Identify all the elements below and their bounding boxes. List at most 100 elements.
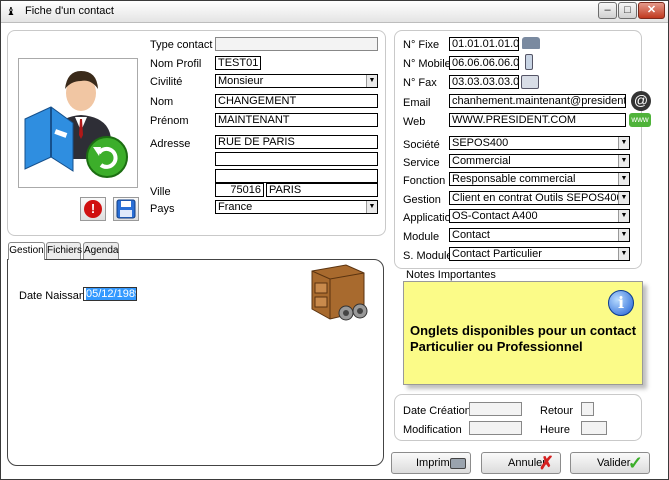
tab-fichiers[interactable]: Fichiers — [46, 242, 82, 259]
valider-button[interactable]: Valider ✓ — [570, 452, 650, 474]
alert-button[interactable]: ! — [80, 197, 106, 221]
chevron-down-icon: ▼ — [618, 155, 629, 167]
smodule-select[interactable]: Contact Particulier ▼ — [449, 247, 630, 261]
adresse-line-3[interactable] — [215, 169, 378, 183]
societe-select[interactable]: SEPOS400 ▼ — [449, 136, 630, 150]
module-value: Contact — [452, 229, 490, 241]
societe-label: Société — [403, 139, 440, 151]
close-icon: ✕ — [646, 4, 657, 16]
minimize-icon: – — [604, 4, 611, 16]
chevron-down-icon: ▼ — [618, 248, 629, 260]
nom-profil-field[interactable]: TEST01 — [215, 56, 261, 70]
date-naissance-value: 05/12/1989 — [86, 288, 136, 300]
notes-area[interactable]: i Onglets disponibles pour un contact Pa… — [403, 281, 643, 385]
title-bar: ♝ Fiche d'un contact – □ ✕ — [1, 1, 668, 23]
save-icon — [116, 199, 136, 219]
smodule-value: Contact Particulier — [452, 248, 542, 260]
chevron-down-icon: ▼ — [618, 192, 629, 204]
fixe-label: N° Fixe — [403, 39, 440, 51]
module-label: Module — [403, 231, 440, 243]
civilite-value: Monsieur — [218, 75, 264, 87]
ville-field[interactable]: PARIS — [266, 183, 378, 197]
module-select[interactable]: Contact ▼ — [449, 228, 630, 242]
web-field[interactable]: WWW.PRESIDENT.COM — [449, 113, 626, 127]
gestion-value: Client en contrat Outils SEPOS400 — [452, 192, 623, 204]
desk-phone-icon[interactable] — [522, 37, 540, 49]
code-postal-field[interactable]: 75016 — [215, 183, 264, 197]
close-button[interactable]: ✕ — [638, 2, 665, 19]
notes-label: Notes Importantes — [406, 269, 496, 281]
chevron-down-icon: ▼ — [618, 137, 629, 149]
fax-label: N° Fax — [403, 77, 437, 89]
fonction-label: Fonction — [403, 175, 446, 187]
mobile-label: N° Mobile — [403, 58, 451, 70]
save-button[interactable] — [113, 197, 139, 221]
figure-icon: ♝ — [6, 6, 16, 18]
nom-field[interactable]: CHANGEMENT — [215, 94, 378, 108]
prenom-field[interactable]: MAINTENANT — [215, 113, 378, 127]
civilite-select[interactable]: Monsieur ▼ — [215, 74, 378, 88]
fonction-value: Responsable commercial — [452, 173, 576, 185]
heure-field[interactable] — [581, 421, 607, 435]
email-icon[interactable]: @ — [631, 91, 651, 111]
chevron-down-icon: ▼ — [366, 201, 377, 213]
tab-gestion[interactable]: Gestion — [8, 242, 45, 260]
nom-profil-label: Nom Profil — [150, 58, 202, 70]
email-label: Email — [403, 97, 431, 109]
adresse-line-2[interactable] — [215, 152, 378, 166]
type-contact-field[interactable] — [215, 37, 378, 51]
valider-label: Valider — [597, 457, 631, 469]
fax-icon[interactable] — [521, 75, 539, 89]
adresse-label: Adresse — [150, 138, 191, 150]
chevron-down-icon: ▼ — [366, 75, 377, 87]
pays-value: France — [218, 201, 253, 213]
chevron-down-icon: ▼ — [618, 210, 629, 222]
date-creation-label: Date Création — [403, 405, 471, 417]
info-icon: i — [608, 290, 634, 316]
annuler-button[interactable]: Annuler ✗ — [481, 452, 561, 474]
notes-text: Onglets disponibles pour un contact Part… — [410, 323, 637, 354]
web-icon[interactable]: www — [629, 113, 651, 127]
pays-label: Pays — [150, 203, 175, 215]
service-label: Service — [403, 157, 440, 169]
gestion-select[interactable]: Client en contrat Outils SEPOS400 ▼ — [449, 191, 630, 205]
maximize-button[interactable]: □ — [618, 2, 637, 19]
smodule-label: S. Module — [403, 250, 453, 262]
modification-label: Modification — [403, 424, 462, 436]
email-field[interactable]: chanhement.maintenant@president.com — [449, 94, 626, 108]
tab-agenda[interactable]: Agenda — [83, 242, 119, 259]
retour-field[interactable] — [581, 402, 594, 416]
modification-field[interactable] — [469, 421, 522, 435]
fax-field[interactable]: 03.03.03.03.03 — [449, 75, 519, 89]
minimize-button[interactable]: – — [598, 2, 617, 19]
application-value: OS-Contact A400 — [452, 210, 538, 222]
pays-select[interactable]: France ▼ — [215, 200, 378, 214]
service-value: Commercial — [452, 155, 511, 167]
date-creation-field[interactable] — [469, 402, 522, 416]
mobile-field[interactable]: 06.06.06.06.06 — [449, 56, 519, 70]
civilite-label: Civilité — [150, 76, 183, 88]
prenom-label: Prénom — [150, 115, 189, 127]
check-icon: ✓ — [627, 453, 643, 473]
heure-label: Heure — [540, 424, 570, 436]
chevron-down-icon: ▼ — [618, 229, 629, 241]
adresse-line-1[interactable]: RUE DE PARIS — [215, 135, 378, 149]
web-label: Web — [403, 116, 426, 128]
gestion-label: Gestion — [403, 194, 441, 206]
type-contact-label: Type contact — [150, 39, 213, 51]
cancel-x-icon: ✗ — [538, 453, 554, 473]
nom-label: Nom — [150, 96, 174, 108]
mobile-phone-icon[interactable] — [525, 54, 533, 70]
service-select[interactable]: Commercial ▼ — [449, 154, 630, 168]
date-naissance-field[interactable]: 05/12/1989 — [83, 287, 137, 301]
retour-label: Retour — [540, 405, 574, 417]
fixe-field[interactable]: 01.01.01.01.01 — [449, 37, 519, 51]
fonction-select[interactable]: Responsable commercial ▼ — [449, 172, 630, 186]
contact-avatar-icon — [24, 71, 128, 178]
chevron-down-icon: ▼ — [618, 173, 629, 185]
imprimer-button[interactable]: Imprimer — [391, 452, 471, 474]
ville-label: Ville — [150, 186, 171, 198]
printer-icon — [450, 458, 466, 469]
application-select[interactable]: OS-Contact A400 ▼ — [449, 209, 630, 223]
maximize-icon: □ — [624, 4, 631, 16]
